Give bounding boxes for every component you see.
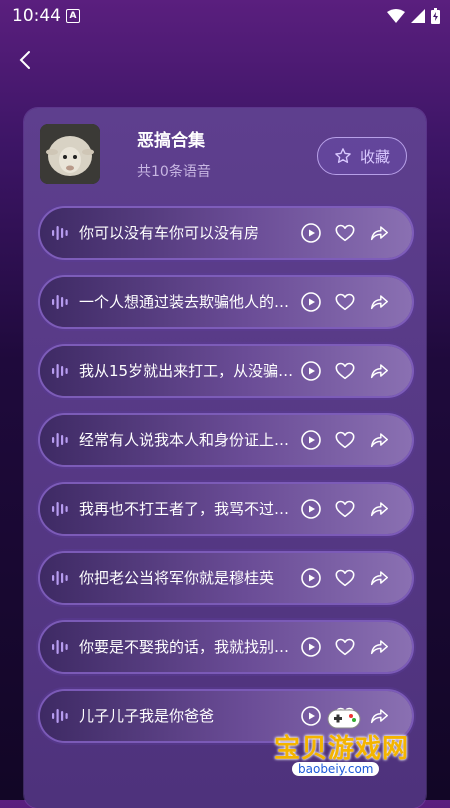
voice-item[interactable]: 一个人想通过装去欺骗他人的时候: [40, 277, 412, 327]
voice-item[interactable]: 经常有人说我本人和身份证上的不一样: [40, 415, 412, 465]
favorite-button[interactable]: 收藏: [317, 137, 407, 175]
waveform-icon: [50, 499, 70, 519]
play-icon[interactable]: [300, 429, 322, 451]
play-icon[interactable]: [300, 498, 322, 520]
play-icon[interactable]: [300, 636, 322, 658]
play-icon[interactable]: [300, 360, 322, 382]
voice-title: 儿子儿子我是你爸爸: [79, 707, 215, 725]
waveform-icon: [50, 568, 70, 588]
status-time: 10:44: [12, 6, 61, 26]
heart-icon[interactable]: [334, 429, 356, 451]
heart-icon[interactable]: [334, 360, 356, 382]
play-icon[interactable]: [300, 222, 322, 244]
waveform-icon: [50, 223, 70, 243]
play-icon[interactable]: [300, 567, 322, 589]
voice-title: 我从15岁就出来打工，从没骗过别人: [79, 362, 297, 380]
voice-item[interactable]: 你要是不娶我的话，我就找别人了: [40, 622, 412, 672]
voice-title: 你可以没有车你可以没有房: [79, 224, 260, 242]
share-icon[interactable]: [368, 360, 390, 382]
voice-item[interactable]: 你把老公当将军你就是穆桂英: [40, 553, 412, 603]
battery-icon: [431, 8, 440, 24]
play-icon[interactable]: [300, 291, 322, 313]
notification-icon: A: [66, 9, 80, 23]
voice-title: 一个人想通过装去欺骗他人的时候: [79, 293, 297, 311]
status-icons: [387, 8, 440, 24]
favorite-label: 收藏: [359, 147, 390, 166]
heart-icon[interactable]: [334, 222, 356, 244]
voice-list: 你可以没有车你可以没有房一个人想通过装去欺骗他人的时候 我从15岁就出来打工，从没…: [40, 208, 412, 760]
waveform-icon: [50, 637, 70, 657]
voice-item[interactable]: 我从15岁就出来打工，从没骗过别人: [40, 346, 412, 396]
waveform-icon: [50, 430, 70, 450]
share-icon[interactable]: [368, 705, 390, 727]
waveform-icon: [50, 361, 70, 381]
share-icon[interactable]: [368, 498, 390, 520]
album-card: 恶搞合集 共10条语音 收藏 你可以没有车你可以没有房一个人想通过装去欺骗他人的…: [24, 108, 426, 808]
share-icon[interactable]: [368, 429, 390, 451]
album-count: 共10条语音: [137, 164, 211, 180]
wifi-icon: [387, 9, 405, 23]
heart-icon[interactable]: [334, 567, 356, 589]
voice-title: 我再也不打王者了，我骂不过别人: [79, 500, 297, 518]
album-title: 恶搞合集: [137, 131, 205, 151]
voice-item[interactable]: 你可以没有车你可以没有房: [40, 208, 412, 258]
voice-title: 你要是不娶我的话，我就找别人了: [79, 638, 297, 656]
heart-icon[interactable]: [334, 636, 356, 658]
share-icon[interactable]: [368, 567, 390, 589]
chevron-left-icon: [19, 51, 30, 69]
voice-title: 你把老公当将军你就是穆桂英: [79, 569, 275, 587]
share-icon[interactable]: [368, 636, 390, 658]
status-bar: 10:44 A: [0, 0, 450, 32]
heart-icon[interactable]: [334, 498, 356, 520]
heart-icon[interactable]: [334, 291, 356, 313]
signal-icon: [411, 9, 425, 23]
waveform-icon: [50, 292, 70, 312]
album-cover-image: [40, 124, 100, 184]
share-icon[interactable]: [368, 222, 390, 244]
heart-icon[interactable]: [334, 705, 356, 727]
waveform-icon: [50, 706, 70, 726]
share-icon[interactable]: [368, 291, 390, 313]
play-icon[interactable]: [300, 705, 322, 727]
voice-item[interactable]: 儿子儿子我是你爸爸: [40, 691, 412, 741]
back-button[interactable]: [14, 48, 38, 72]
voice-title: 经常有人说我本人和身份证上的不一样: [79, 431, 297, 449]
star-icon: [335, 148, 351, 163]
voice-item[interactable]: 我再也不打王者了，我骂不过别人: [40, 484, 412, 534]
